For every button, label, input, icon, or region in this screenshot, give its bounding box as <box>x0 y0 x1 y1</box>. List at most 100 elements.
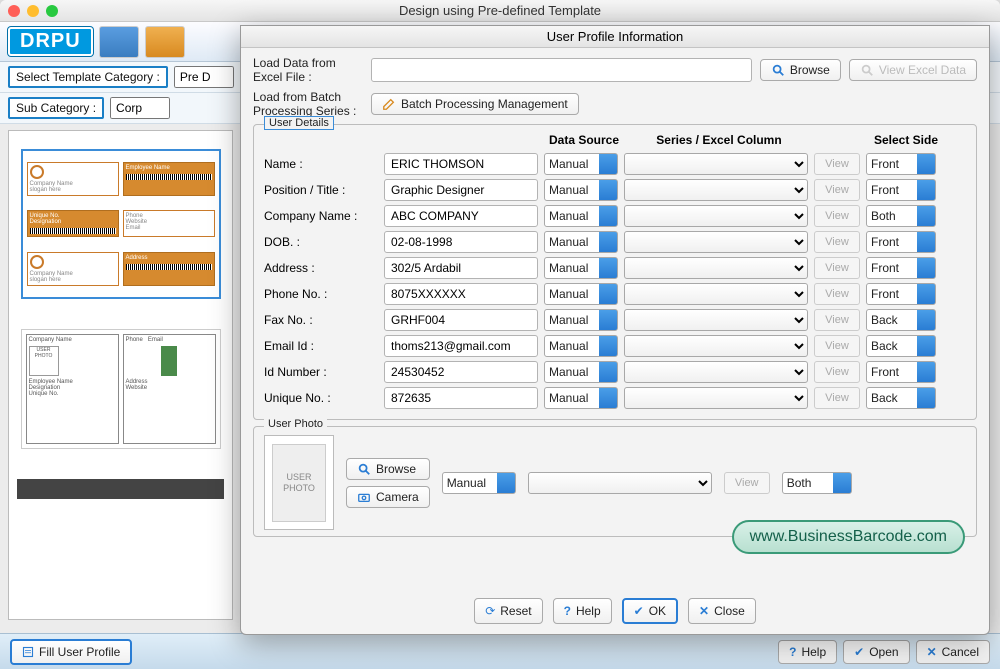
view-button: View <box>814 283 860 305</box>
load-batch-label: Load from Batch Processing Series : <box>253 90 363 118</box>
footer-cancel-button[interactable]: ✕Cancel <box>916 640 990 664</box>
side-select[interactable]: Front <box>866 153 936 175</box>
side-select[interactable]: Front <box>866 361 936 383</box>
data-source-select[interactable]: Manual <box>544 283 618 305</box>
side-select[interactable]: Back <box>866 335 936 357</box>
field-input[interactable] <box>384 257 538 279</box>
x-icon: ✕ <box>927 645 937 659</box>
data-source-select[interactable]: Manual <box>544 387 618 409</box>
view-button: View <box>814 335 860 357</box>
load-excel-label: Load Data from Excel File : <box>253 56 363 84</box>
help-button[interactable]: ? Help <box>553 598 612 624</box>
field-input[interactable] <box>384 309 538 331</box>
field-input[interactable] <box>384 335 538 357</box>
series-column-select[interactable] <box>624 257 808 279</box>
browse-excel-button[interactable]: Browse <box>760 59 841 81</box>
field-input[interactable] <box>384 231 538 253</box>
data-source-select[interactable]: Manual <box>544 153 618 175</box>
footer-open-button[interactable]: ✔Open <box>843 640 909 664</box>
side-select[interactable]: Front <box>866 257 936 279</box>
side-select[interactable]: Back <box>866 309 936 331</box>
field-row: Phone No. :ManualViewFront <box>264 283 966 305</box>
field-input[interactable] <box>384 153 538 175</box>
maximize-icon[interactable] <box>46 5 58 17</box>
side-select[interactable]: Both <box>866 205 936 227</box>
view-excel-label: View Excel Data <box>879 63 966 77</box>
field-input[interactable] <box>384 361 538 383</box>
photo-browse-button[interactable]: Browse <box>346 458 430 480</box>
side-select[interactable]: Front <box>866 283 936 305</box>
photo-camera-label: Camera <box>376 490 419 504</box>
batch-processing-button[interactable]: Batch Processing Management <box>371 93 579 115</box>
data-source-select[interactable]: Manual <box>544 257 618 279</box>
template-thumb-2[interactable]: Company NameUSER PHOTOEmployee NameDesig… <box>21 329 221 449</box>
close-button[interactable]: ✕ Close <box>688 598 756 624</box>
series-column-select[interactable] <box>624 283 808 305</box>
series-column-select[interactable] <box>624 361 808 383</box>
template-thumb-1[interactable]: Company Nameslogan here Employee Name Un… <box>21 149 221 299</box>
template-thumb-3[interactable] <box>17 479 224 499</box>
close-icon[interactable] <box>8 5 20 17</box>
camera-icon <box>357 490 371 504</box>
help-icon: ? <box>564 604 571 618</box>
card-icon[interactable] <box>99 26 139 58</box>
data-source-select[interactable]: Manual <box>544 335 618 357</box>
reset-label: Reset <box>500 604 531 618</box>
load-excel-row: Load Data from Excel File : Browse View … <box>253 56 977 84</box>
traffic-lights <box>8 5 58 17</box>
side-select[interactable]: Front <box>866 179 936 201</box>
field-label: Address : <box>264 261 378 275</box>
photo-series-select[interactable] <box>528 472 712 494</box>
field-input[interactable] <box>384 179 538 201</box>
main-window: Design using Pre-defined Template DRPU S… <box>0 0 1000 669</box>
ok-button[interactable]: ✔ OK <box>622 598 678 624</box>
ok-label: OK <box>649 604 666 618</box>
field-input[interactable] <box>384 387 538 409</box>
view-excel-button: View Excel Data <box>849 59 977 81</box>
series-column-select[interactable] <box>624 205 808 227</box>
fill-user-profile-button[interactable]: Fill User Profile <box>10 639 132 665</box>
footer-help-button[interactable]: ?Help <box>778 640 837 664</box>
header-data-source: Data Source <box>544 133 624 147</box>
template-category-select[interactable] <box>174 66 234 88</box>
main-window-title: Design using Pre-defined Template <box>399 3 601 18</box>
series-column-select[interactable] <box>624 387 808 409</box>
data-source-select[interactable]: Manual <box>544 231 618 253</box>
photo-data-source-select[interactable]: Manual <box>442 472 516 494</box>
header-select-side: Select Side <box>864 133 944 147</box>
card-icon-2[interactable] <box>145 26 185 58</box>
excel-path-input[interactable] <box>371 58 752 82</box>
series-column-select[interactable] <box>624 231 808 253</box>
photo-camera-button[interactable]: Camera <box>346 486 430 508</box>
modal-body: Load Data from Excel File : Browse View … <box>241 48 989 590</box>
series-column-select[interactable] <box>624 179 808 201</box>
check-icon: ✔ <box>854 645 864 659</box>
series-column-select[interactable] <box>624 153 808 175</box>
close-label: Close <box>714 604 745 618</box>
view-button: View <box>814 205 860 227</box>
modal-title: User Profile Information <box>241 26 989 48</box>
minimize-icon[interactable] <box>27 5 39 17</box>
sub-category-select[interactable] <box>110 97 170 119</box>
photo-view-button: View <box>724 472 770 494</box>
field-label: Name : <box>264 157 378 171</box>
field-input[interactable] <box>384 283 538 305</box>
series-column-select[interactable] <box>624 309 808 331</box>
data-source-select[interactable]: Manual <box>544 309 618 331</box>
form-icon <box>22 646 34 658</box>
logo: DRPU <box>8 27 93 56</box>
view-button: View <box>814 153 860 175</box>
reset-button[interactable]: ⟳Reset <box>474 598 542 624</box>
field-input[interactable] <box>384 205 538 227</box>
series-column-select[interactable] <box>624 335 808 357</box>
data-source-select[interactable]: Manual <box>544 205 618 227</box>
x-icon: ✕ <box>699 604 709 618</box>
help-label: Help <box>576 604 601 618</box>
photo-side-select[interactable]: Both <box>782 472 852 494</box>
side-select[interactable]: Back <box>866 387 936 409</box>
data-source-select[interactable]: Manual <box>544 179 618 201</box>
field-label: Id Number : <box>264 365 378 379</box>
check-icon: ✔ <box>634 604 644 618</box>
side-select[interactable]: Front <box>866 231 936 253</box>
data-source-select[interactable]: Manual <box>544 361 618 383</box>
